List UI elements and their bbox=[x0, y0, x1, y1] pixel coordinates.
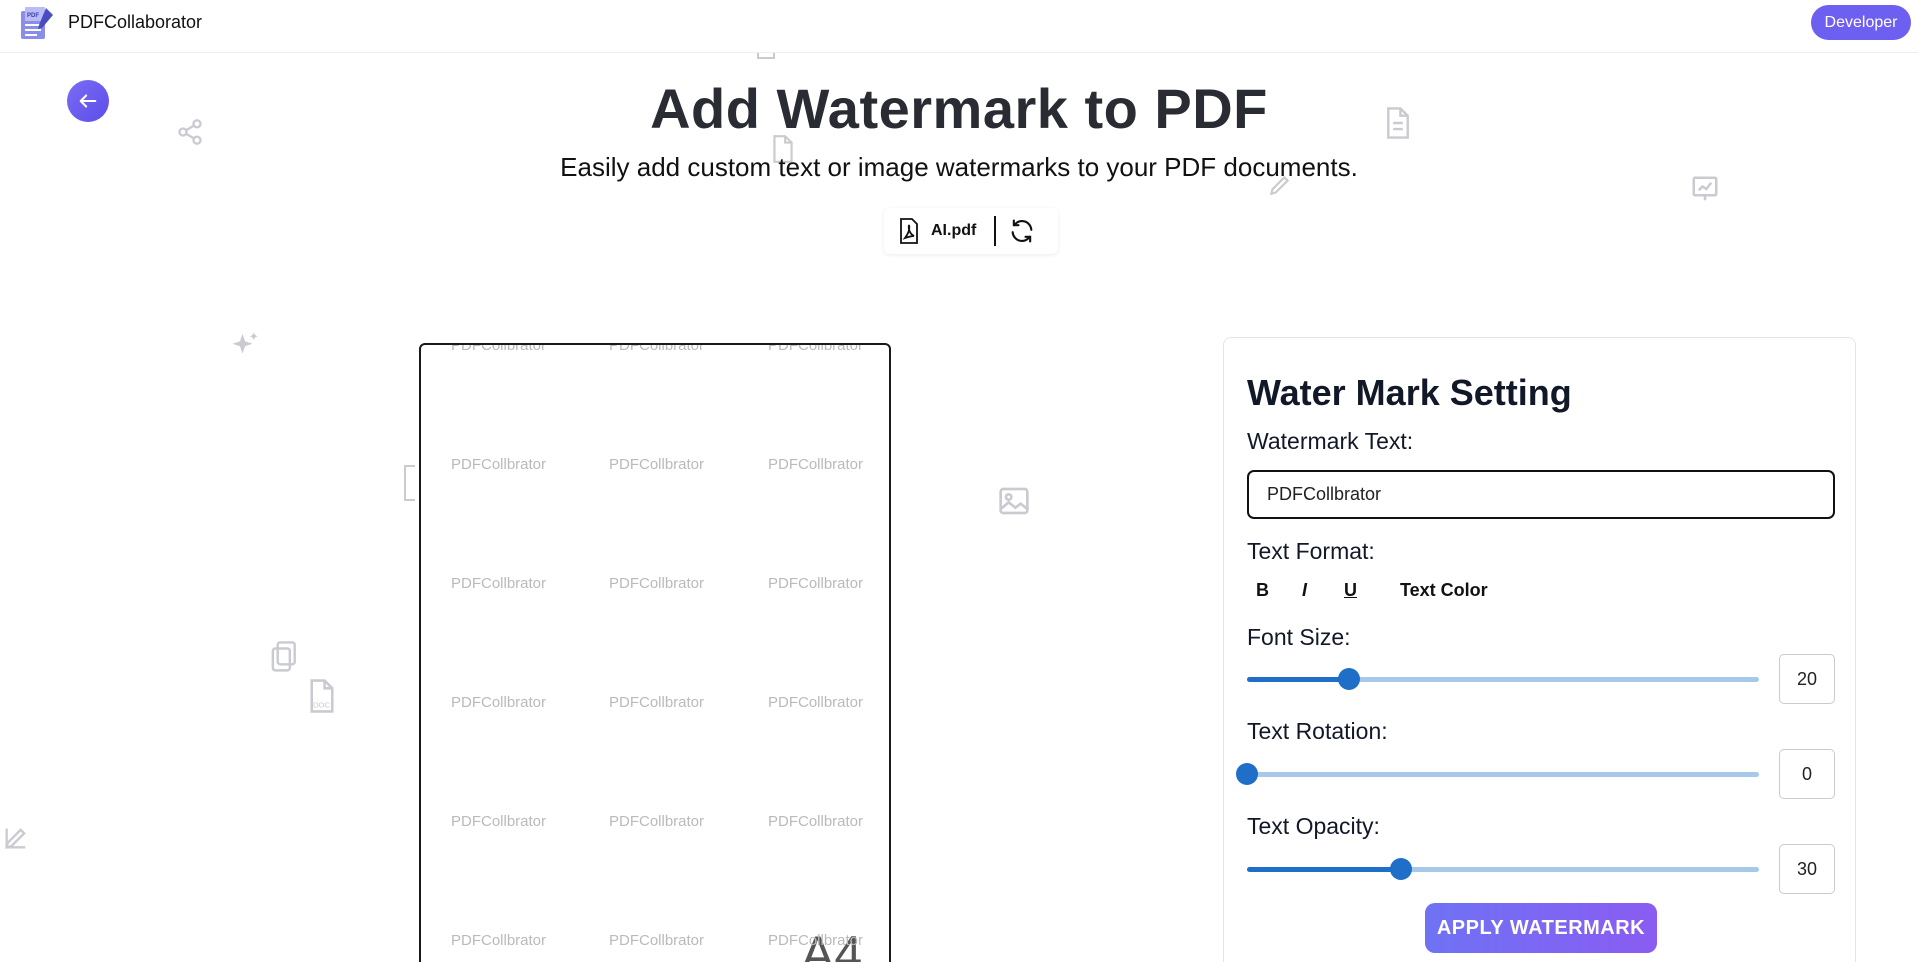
apply-watermark-button[interactable]: APPLY WATERMARK bbox=[1425, 903, 1657, 953]
watermark-text: PDFCollbrator bbox=[768, 932, 864, 949]
text-rotation-slider[interactable] bbox=[1236, 763, 1759, 785]
app-title[interactable]: PDFCollaborator bbox=[68, 12, 202, 33]
refresh-icon[interactable] bbox=[1008, 217, 1036, 245]
doc-file-icon: DOC bbox=[306, 678, 338, 714]
document-icon bbox=[401, 464, 417, 502]
text-color-button[interactable]: Text Color bbox=[1400, 580, 1488, 601]
text-opacity-label: Text Opacity: bbox=[1247, 813, 1380, 839]
sparkle-icon bbox=[230, 330, 260, 360]
watermark-text: PDFCollbrator bbox=[609, 575, 705, 592]
watermark-text: PDFCollbrator bbox=[609, 932, 705, 949]
pdf-file-icon bbox=[900, 218, 918, 244]
font-size-slider[interactable] bbox=[1247, 668, 1759, 690]
page-subtitle: Easily add custom text or image watermar… bbox=[560, 152, 1358, 182]
slider-fill bbox=[1247, 677, 1349, 682]
watermark-text: PDFCollbrator bbox=[451, 343, 547, 354]
watermark-text: PDFCollbrator bbox=[451, 813, 547, 830]
font-size-label: Font Size: bbox=[1247, 624, 1351, 650]
file-name: AI.pdf bbox=[931, 222, 977, 239]
top-header: PDF PDFCollaborator Developer bbox=[0, 0, 1918, 53]
settings-title: Water Mark Setting bbox=[1247, 372, 1572, 413]
watermark-text: PDFCollbrator bbox=[609, 343, 705, 354]
text-format-label: Text Format: bbox=[1247, 538, 1375, 564]
watermark-text: PDFCollbrator bbox=[768, 813, 864, 830]
copy-icon bbox=[270, 640, 300, 674]
watermark-text: PDFCollbrator bbox=[609, 456, 705, 473]
watermark-text: PDFCollbrator bbox=[768, 694, 864, 711]
logo-icon[interactable]: PDF bbox=[17, 4, 55, 42]
font-size-value[interactable]: 20 bbox=[1779, 654, 1835, 704]
watermark-text: PDFCollbrator bbox=[451, 694, 547, 711]
slider-fill bbox=[1247, 867, 1401, 872]
page-title: Add Watermark to PDF bbox=[650, 77, 1268, 140]
watermark-text: PDFCollbrator bbox=[609, 694, 705, 711]
watermark-text-label: Watermark Text: bbox=[1247, 428, 1414, 454]
svg-text:DOC: DOC bbox=[313, 701, 331, 710]
chip-divider bbox=[994, 216, 997, 246]
edit-icon bbox=[2, 824, 30, 852]
page: PDF PDFCollaborator Developer DOC Add Wa… bbox=[0, 0, 1918, 962]
watermark-text-input[interactable] bbox=[1247, 470, 1835, 519]
text-rotation-value[interactable]: 0 bbox=[1779, 749, 1835, 799]
watermark-text: PDFCollbrator bbox=[451, 575, 547, 592]
watermark-text: PDFCollbrator bbox=[451, 456, 547, 473]
svg-text:PDF: PDF bbox=[27, 13, 39, 19]
underline-button[interactable]: U bbox=[1344, 580, 1357, 601]
watermark-text: PDFCollbrator bbox=[451, 932, 547, 949]
text-opacity-value[interactable]: 30 bbox=[1779, 844, 1835, 894]
slider-track bbox=[1247, 772, 1759, 777]
text-opacity-slider[interactable] bbox=[1247, 858, 1759, 880]
watermark-text: PDFCollbrator bbox=[768, 575, 864, 592]
watermark-text: PDFCollbrator bbox=[768, 456, 864, 473]
pdf-preview: A4 PDFCollbrator PDFCollbrator PDFCollbrat… bbox=[419, 343, 891, 962]
italic-button[interactable]: I bbox=[1302, 580, 1307, 601]
slider-thumb[interactable] bbox=[1390, 858, 1412, 880]
text-rotation-label: Text Rotation: bbox=[1247, 718, 1388, 744]
watermark-text: PDFCollbrator bbox=[609, 813, 705, 830]
developer-button[interactable]: Developer bbox=[1811, 5, 1911, 40]
bold-button[interactable]: B bbox=[1256, 580, 1269, 601]
file-chip: AI.pdf bbox=[884, 208, 1058, 254]
image-icon bbox=[998, 486, 1030, 516]
slider-thumb[interactable] bbox=[1236, 763, 1258, 785]
watermark-settings-panel: Water Mark Setting Watermark Text: Text … bbox=[1223, 337, 1856, 962]
watermark-text: PDFCollbrator bbox=[768, 343, 864, 354]
slider-thumb[interactable] bbox=[1338, 668, 1360, 690]
